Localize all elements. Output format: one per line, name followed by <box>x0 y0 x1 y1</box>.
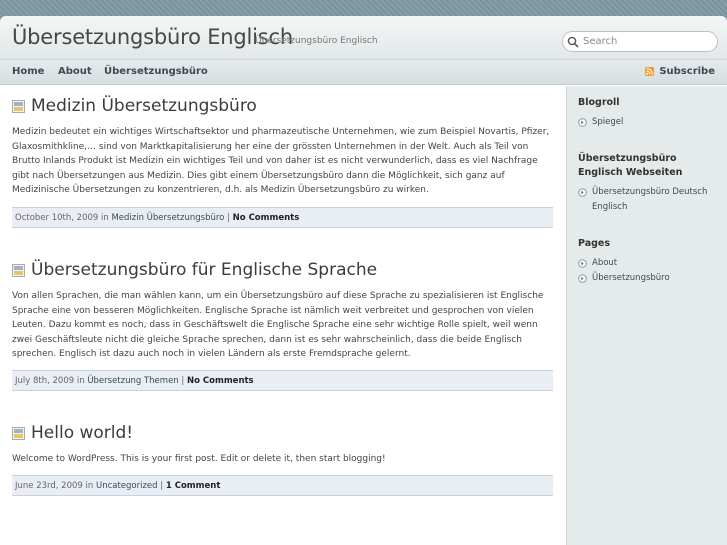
site-header: Übersetzungsbüro Englisch Übersetzungsbü… <box>0 16 727 60</box>
post-in-label: in <box>76 376 85 386</box>
sidebar: Blogroll Spiegel Übersetzungsbüro Englis… <box>566 86 727 545</box>
post-body: Medizin bedeutet ein wichtiges Wirtschaf… <box>12 127 550 195</box>
post-category-link[interactable]: Übersetzung Themen <box>87 376 178 386</box>
circle-arrow-icon <box>578 259 587 268</box>
nav-item-about[interactable]: About <box>58 66 92 77</box>
post-body: Von allen Sprachen, die man wählen kann,… <box>12 291 544 359</box>
post-date: July 8th, 2009 <box>15 376 75 386</box>
post-date: October 10th, 2009 <box>15 213 99 223</box>
meta-separator: | <box>181 376 185 386</box>
post-icon <box>12 426 25 440</box>
post-category-link[interactable]: Medizin Übersetzungsbüro <box>111 213 224 223</box>
widget-title: Blogroll <box>578 97 620 108</box>
list-item[interactable]: Übersetzungsbüro Deutsch Englisch <box>578 185 723 215</box>
post-body: Welcome to WordPress. This is your first… <box>12 454 386 464</box>
meta-separator: | <box>160 481 164 491</box>
search-box[interactable] <box>562 31 718 52</box>
post-category-link[interactable]: Uncategorized <box>96 481 158 491</box>
meta-separator: | <box>227 213 230 223</box>
site-title[interactable]: Übersetzungsbüro Englisch <box>12 25 293 49</box>
post-comments-link[interactable]: No Comments <box>187 376 254 386</box>
page-frame: Übersetzungsbüro Englisch Übersetzungsbü… <box>0 16 727 545</box>
post-title[interactable]: Medizin Übersetzungsbüro <box>12 96 553 116</box>
nav-item-uebersetzungsbuero[interactable]: Übersetzungsbüro <box>104 66 208 77</box>
rss-icon <box>645 67 655 76</box>
list-item-label: Spiegel <box>592 117 624 127</box>
post-icon <box>12 263 25 277</box>
post-icon <box>12 99 25 113</box>
main-content: Medizin Übersetzungsbüro Medizin bedeute… <box>0 86 565 545</box>
post-title-text: Übersetzungsbüro für Englische Sprache <box>31 260 378 280</box>
widget-webseiten: Übersetzungsbüro Englisch Webseiten Über… <box>578 152 723 215</box>
list-item-label: Übersetzungsbüro <box>592 273 670 283</box>
list-item[interactable]: About <box>578 256 723 271</box>
post-meta: July 8th, 2009 in Übersetzung Themen | N… <box>12 370 553 391</box>
post-meta: October 10th, 2009 in Medizin Übersetzun… <box>12 207 553 228</box>
post: Medizin Übersetzungsbüro Medizin bedeute… <box>12 96 553 198</box>
list-item-label: About <box>592 258 618 268</box>
search-input[interactable] <box>583 36 713 47</box>
list-item-label: Übersetzungsbüro Deutsch Englisch <box>592 187 708 212</box>
circle-arrow-icon <box>578 118 587 127</box>
post-in-label: in <box>85 481 94 491</box>
circle-arrow-icon <box>578 274 587 283</box>
widget-title: Übersetzungsbüro Englisch Webseiten <box>578 153 683 178</box>
post-meta: June 23rd, 2009 in Uncategorized | 1 Com… <box>12 475 553 496</box>
post-title[interactable]: Übersetzungsbüro für Englische Sprache <box>12 260 553 280</box>
post-date: June 23rd, 2009 <box>15 481 83 491</box>
post-title-text: Hello world! <box>31 423 134 443</box>
subscribe-link[interactable]: Subscribe <box>645 66 715 77</box>
circle-arrow-icon <box>578 188 587 197</box>
list-item[interactable]: Spiegel <box>578 115 723 130</box>
search-icon <box>567 36 579 48</box>
widget-blogroll: Blogroll Spiegel <box>578 96 723 130</box>
top-background-strip <box>0 0 727 16</box>
post: Hello world! Welcome to WordPress. This … <box>12 423 553 467</box>
nav-item-home[interactable]: Home <box>12 66 44 77</box>
post: Übersetzungsbüro für Englische Sprache V… <box>12 260 553 362</box>
post-title[interactable]: Hello world! <box>12 423 553 443</box>
site-description: Übersetzungsbüro Englisch <box>255 36 378 46</box>
post-in-label: in <box>101 213 109 223</box>
widget-title: Pages <box>578 238 611 249</box>
list-item[interactable]: Übersetzungsbüro <box>578 271 723 286</box>
post-comments-link[interactable]: No Comments <box>233 213 300 223</box>
post-comments-link[interactable]: 1 Comment <box>166 481 221 491</box>
post-title-text: Medizin Übersetzungsbüro <box>31 96 257 116</box>
widget-pages: Pages About Übersetzungsbüro <box>578 237 723 286</box>
main-nav: Home About Übersetzungsbüro Subscribe <box>0 60 727 85</box>
subscribe-label: Subscribe <box>659 66 715 77</box>
